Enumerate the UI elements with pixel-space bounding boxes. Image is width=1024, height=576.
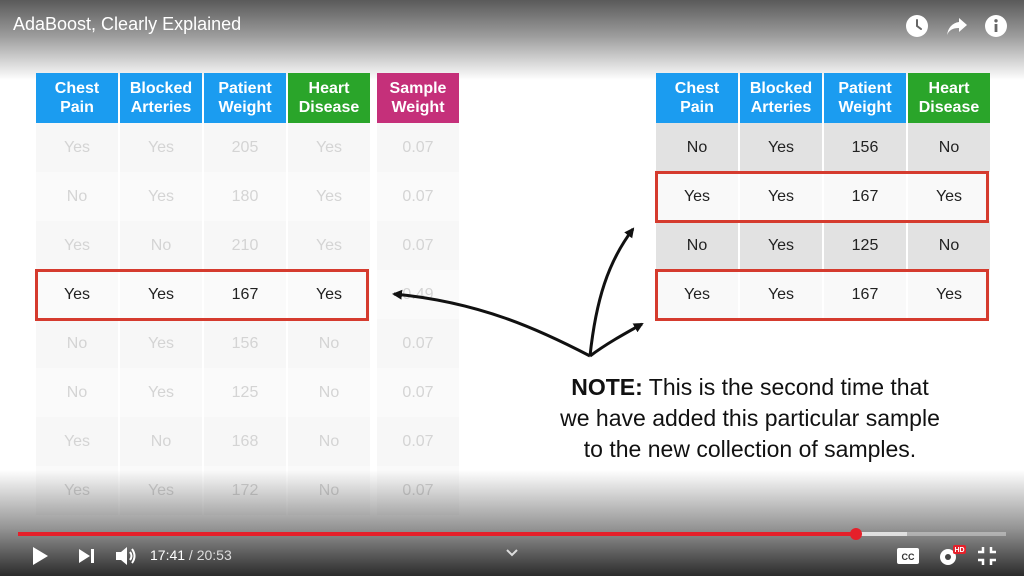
arrow-to-left-row: [392, 289, 591, 358]
time-display: 17:41 / 20:53: [150, 547, 232, 563]
settings-icon[interactable]: HD: [936, 543, 966, 574]
arrow-to-right-row-1: [588, 227, 635, 357]
note-text: NOTE: This is the second time that we ha…: [560, 374, 940, 462]
captions-icon[interactable]: CC: [896, 546, 920, 571]
duration: 20:53: [196, 547, 232, 563]
hd-badge: HD: [954, 547, 964, 554]
next-icon[interactable]: [77, 547, 97, 570]
svg-text:CC: CC: [902, 552, 915, 562]
note-label: NOTE:: [571, 374, 643, 400]
current-time: 17:41: [150, 547, 186, 563]
played-bar: [18, 532, 856, 536]
scrubber-handle[interactable]: [849, 528, 862, 540]
exit-fullscreen-icon[interactable]: [976, 545, 998, 572]
volume-icon[interactable]: [114, 545, 138, 572]
play-icon[interactable]: [30, 545, 50, 572]
chevron-down-icon[interactable]: [504, 546, 520, 564]
arrow-to-right-row-2: [589, 322, 644, 358]
